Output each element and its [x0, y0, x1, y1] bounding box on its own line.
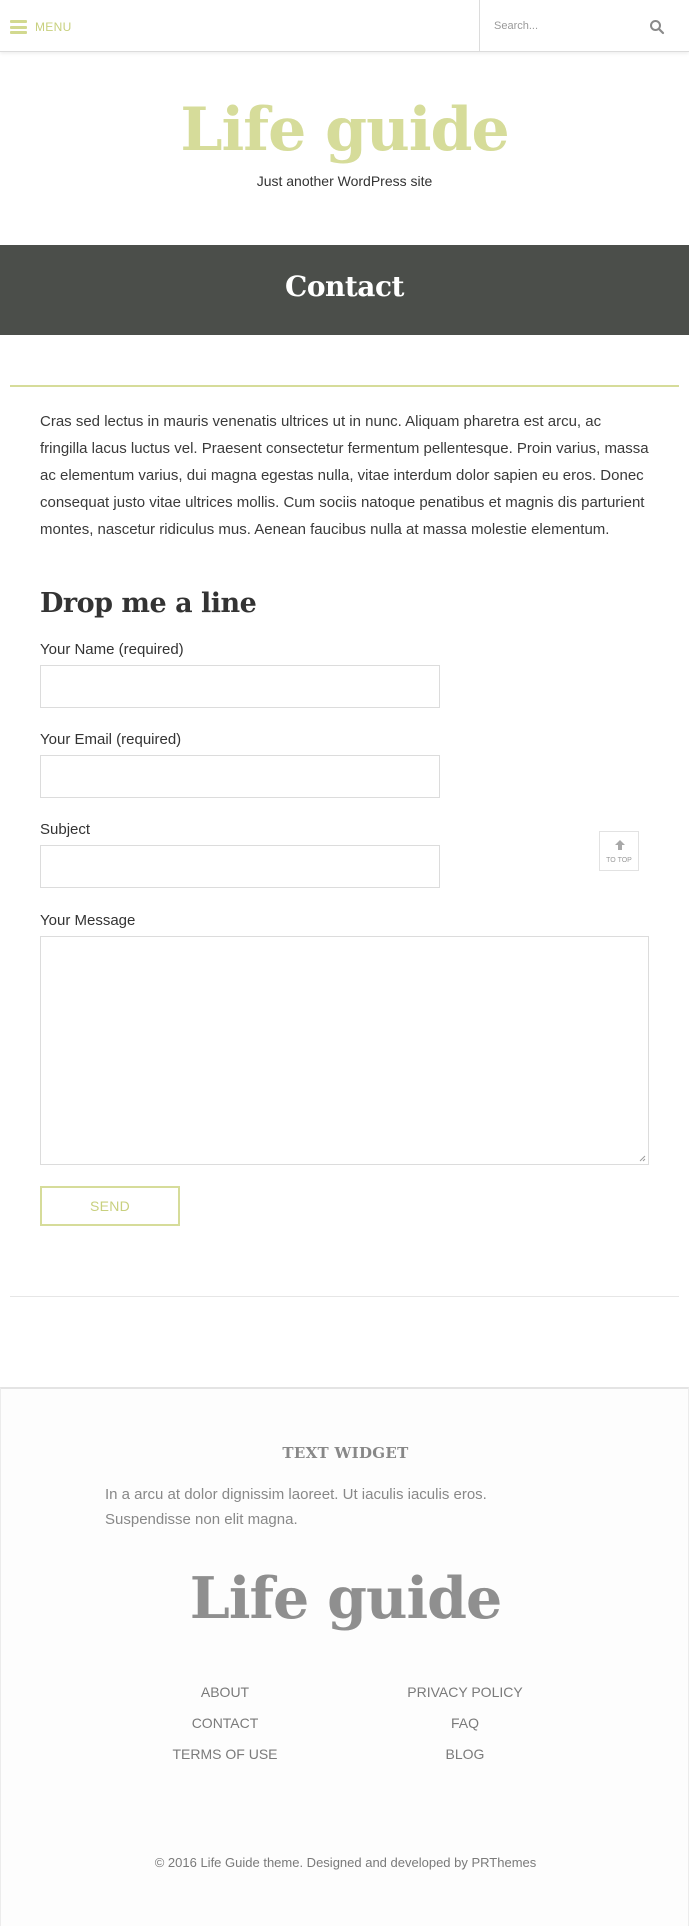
name-label: Your Name (required) — [40, 641, 184, 658]
menu-button[interactable]: MENU — [10, 18, 72, 36]
footer-link-contact[interactable]: CONTACT — [125, 1715, 325, 1731]
menu-label: MENU — [35, 20, 72, 34]
copyright-text: © 2016 Life Guide theme. Designed and de… — [154, 1855, 537, 1870]
to-top-button[interactable]: TO TOP — [599, 831, 639, 871]
content-divider — [10, 1296, 679, 1297]
site-tagline: Just another WordPress site — [256, 173, 433, 189]
subject-label: Subject — [40, 821, 91, 838]
resize-grip-icon[interactable] — [638, 1154, 646, 1162]
email-field[interactable] — [40, 755, 440, 798]
message-field[interactable] — [40, 936, 649, 1165]
site-title[interactable]: Life guide — [0, 90, 689, 170]
footer-link-blog[interactable]: BLOG — [365, 1746, 565, 1762]
footer-link-terms[interactable]: TERMS OF USE — [125, 1746, 325, 1762]
footer-link-faq[interactable]: FAQ — [365, 1715, 565, 1731]
widget-text: In a arcu at dolor dignissim laoreet. Ut… — [105, 1486, 487, 1528]
send-button[interactable]: SEND — [40, 1186, 180, 1226]
message-label: Your Message — [40, 912, 136, 929]
search-box — [479, 0, 689, 52]
subject-field[interactable] — [40, 845, 440, 888]
footer-link-about[interactable]: ABOUT — [125, 1684, 325, 1700]
page-title: Contact — [285, 270, 404, 303]
email-label: Your Email (required) — [40, 731, 182, 748]
form-title: Drop me a line — [40, 588, 257, 619]
search-input[interactable] — [494, 16, 644, 36]
footer-link-privacy[interactable]: PRIVACY POLICY — [365, 1684, 565, 1700]
top-bar: MENU — [0, 0, 689, 52]
hamburger-icon — [10, 20, 27, 34]
search-icon[interactable] — [648, 18, 666, 36]
widget-title: TEXT WIDGET — [282, 1444, 409, 1462]
site-footer: TEXT WIDGET In a arcu at dolor dignissim… — [0, 1387, 689, 1926]
arrow-up-icon — [615, 840, 625, 850]
intro-paragraph: Cras sed lectus in mauris venenatis ultr… — [40, 413, 649, 538]
to-top-label: TO TOP — [606, 857, 632, 864]
accent-divider — [10, 385, 679, 387]
name-field[interactable] — [40, 665, 440, 708]
footer-logo[interactable]: Life guide — [1, 1559, 689, 1639]
page-title-banner: Contact — [0, 245, 689, 335]
